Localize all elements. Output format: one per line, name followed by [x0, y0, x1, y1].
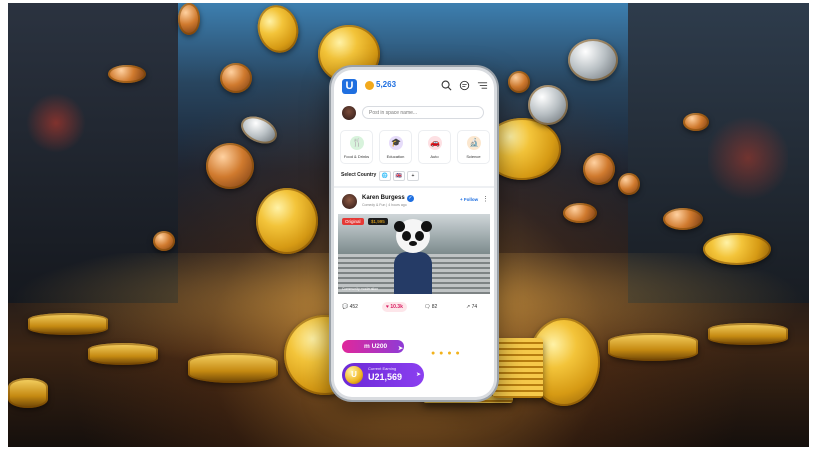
coin	[618, 173, 640, 195]
category-food-drinks[interactable]: 🍴 Food & Drinks	[340, 130, 373, 164]
coin-pile	[8, 378, 48, 408]
earning-pill[interactable]: m U200 ➤	[342, 340, 404, 353]
reply-count: 82	[431, 304, 438, 310]
post-header: Karen Burgess ✓ Comedy & Fun | 4 hours a…	[342, 194, 489, 210]
post-meta: Comedy & Fun | 4 hours ago	[362, 203, 407, 207]
coin	[683, 113, 709, 131]
coin	[256, 188, 318, 254]
current-earning-label: Current Earning	[368, 366, 397, 371]
verified-icon: ✓	[407, 195, 414, 202]
coin	[703, 233, 771, 265]
coin-pile	[188, 353, 278, 383]
category-auto[interactable]: 🚗 Auto	[418, 130, 451, 164]
share-count: 74	[471, 304, 478, 310]
original-badge: Original	[342, 218, 364, 225]
coin	[252, 3, 304, 58]
phone-app-screen: U 5,263 Post in space name... 🍴 Food & D…	[334, 70, 494, 397]
divider	[334, 186, 494, 188]
search-icon[interactable]	[441, 80, 452, 91]
microscope-icon: 🔬	[467, 136, 481, 150]
flag-globe[interactable]: 🌐	[379, 171, 391, 181]
reply-action[interactable]: 🗨 82	[424, 302, 437, 312]
composer: Post in space name...	[342, 104, 486, 122]
coin	[568, 39, 618, 81]
post-input[interactable]: Post in space name...	[362, 106, 484, 119]
category-list: 🍴 Food & Drinks 🎓 Education 🚗 Auto 🔬 Sci…	[340, 130, 490, 166]
coin-stack	[493, 338, 543, 398]
coin	[220, 63, 252, 93]
current-earning-amount: U21,569	[368, 372, 403, 382]
chat-icon[interactable]	[459, 80, 470, 91]
panda-head	[394, 219, 432, 253]
coin	[563, 203, 597, 223]
top-bar: U 5,263	[334, 70, 494, 100]
post-image[interactable]: Original $1,995 Community moderation	[338, 214, 490, 294]
coin	[236, 111, 282, 149]
coin	[483, 118, 561, 180]
menu-icon[interactable]	[477, 80, 488, 91]
coin-pile	[28, 313, 108, 335]
category-label: Auto	[430, 154, 439, 159]
fork-icon: 🍴	[350, 136, 364, 150]
category-label: Food & Drinks	[343, 154, 370, 159]
coin	[206, 143, 254, 189]
earning-amount: m U200	[364, 343, 388, 350]
price-badge: $1,995	[368, 218, 388, 225]
arrow-icon: ➤	[398, 346, 404, 352]
coin-balance: 5,263	[376, 80, 397, 89]
coin	[178, 3, 200, 35]
post-actions: 💬 452 ♥ 10.3k 🗨 82 ↗ 74	[342, 302, 488, 314]
building-left-lights	[26, 93, 86, 153]
coin-pile	[88, 343, 158, 365]
suit	[394, 252, 432, 294]
coin-pile	[608, 333, 698, 361]
follow-button[interactable]: + Follow	[460, 197, 478, 202]
flag-uk[interactable]: 🇬🇧	[393, 171, 405, 181]
user-avatar[interactable]	[342, 106, 356, 120]
coin	[108, 65, 146, 83]
share-action[interactable]: ↗ 74	[466, 302, 477, 312]
arrow-icon: ➤	[416, 372, 422, 378]
car-icon: 🚗	[428, 136, 442, 150]
coin-balance-icon	[365, 81, 374, 90]
select-country-label: Select Country	[341, 172, 377, 178]
heart-icon: ♥	[386, 304, 389, 310]
community-moderation-label: Community moderation	[342, 287, 379, 291]
reaction-emojis: ● ● ● ●	[431, 350, 461, 357]
more-options-icon[interactable]: ⋮	[482, 195, 489, 203]
category-label: Science	[466, 154, 481, 159]
comment-action[interactable]: 💬 452	[342, 302, 358, 312]
comment-icon: 💬	[342, 304, 349, 310]
coin	[508, 71, 530, 93]
coin-pile	[708, 323, 788, 345]
category-label: Education	[386, 154, 405, 159]
add-country-button[interactable]: +	[407, 171, 419, 181]
comment-count: 452	[349, 304, 358, 310]
author-avatar[interactable]	[342, 194, 357, 209]
coin-icon: U	[345, 366, 363, 384]
coin	[663, 208, 703, 230]
current-earning-card[interactable]: U Current Earning U21,569 ➤	[342, 363, 424, 387]
building-right-lights	[708, 113, 788, 203]
coin	[583, 153, 615, 185]
category-science[interactable]: 🔬 Science	[457, 130, 490, 164]
category-education[interactable]: 🎓 Education	[379, 130, 412, 164]
reply-icon: 🗨	[424, 304, 431, 310]
coin	[528, 85, 568, 125]
author-name[interactable]: Karen Burgess	[362, 195, 405, 201]
share-icon: ↗	[466, 304, 471, 310]
coin	[153, 231, 175, 251]
like-count: 10.3k	[390, 304, 403, 310]
graduation-cap-icon: 🎓	[389, 136, 403, 150]
like-button[interactable]: ♥ 10.3k	[382, 302, 407, 312]
app-logo[interactable]: U	[342, 79, 357, 94]
